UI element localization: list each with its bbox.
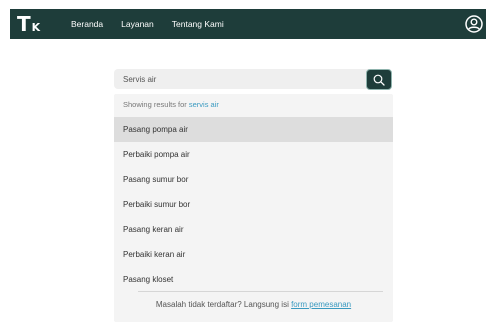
user-circle-icon[interactable]: [465, 15, 483, 33]
result-label: Pasang sumur bor: [123, 175, 189, 184]
dropdown-divider: [138, 291, 383, 292]
nav-link-beranda[interactable]: Beranda: [71, 19, 103, 29]
logo-main: T: [17, 12, 31, 36]
logo[interactable]: T K: [17, 14, 57, 34]
showing-results-text: Showing results for servis air: [123, 100, 219, 109]
result-item-pasang-kloset[interactable]: Pasang kloset: [114, 267, 393, 292]
search-results-dropdown: Showing results for servis air Pasang po…: [114, 94, 393, 322]
footer-text: Masalah tidak terdaftar? Langsung isi: [155, 300, 289, 309]
search-button[interactable]: [366, 69, 392, 90]
showing-query: servis air: [188, 100, 219, 109]
result-label: Pasang pompa air: [123, 125, 188, 134]
nav-link-layanan[interactable]: Layanan: [121, 19, 154, 29]
result-label: Perbaiki pompa air: [123, 150, 190, 159]
showing-prefix: Showing results for: [123, 100, 187, 109]
nav-links: Beranda Layanan Tentang Kami: [71, 19, 242, 29]
dropdown-footer: Masalah tidak terdaftar? Langsung isi fo…: [114, 300, 393, 309]
result-label: Pasang kloset: [123, 275, 174, 284]
result-item-perbaiki-keran-air[interactable]: Perbaiki keran air: [114, 242, 393, 267]
navbar: T K Beranda Layanan Tentang Kami: [10, 9, 486, 39]
logo-sub: K: [31, 21, 41, 34]
result-label: Perbaiki keran air: [123, 250, 186, 259]
result-label: Perbaiki sumur bor: [123, 200, 191, 209]
result-item-pasang-pompa-air[interactable]: Pasang pompa air: [114, 117, 393, 142]
result-item-pasang-keran-air[interactable]: Pasang keran air: [114, 217, 393, 242]
search-icon: [373, 74, 385, 86]
search-bar: [114, 69, 393, 90]
result-label: Pasang keran air: [123, 225, 184, 234]
order-form-link[interactable]: form pemesanan: [291, 300, 351, 309]
result-item-perbaiki-pompa-air[interactable]: Perbaiki pompa air: [114, 142, 393, 167]
result-item-pasang-sumur-bor[interactable]: Pasang sumur bor: [114, 167, 393, 192]
nav-link-tentang-kami[interactable]: Tentang Kami: [172, 19, 224, 29]
result-item-perbaiki-sumur-bor[interactable]: Perbaiki sumur bor: [114, 192, 393, 217]
search-input[interactable]: [114, 69, 376, 89]
